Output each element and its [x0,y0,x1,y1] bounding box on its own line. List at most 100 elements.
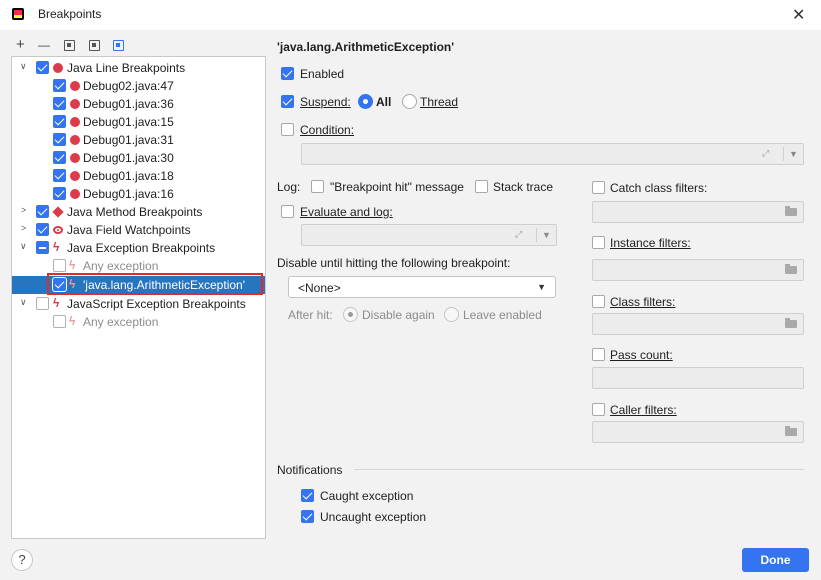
checkbox[interactable] [53,151,66,164]
chevron-down-icon[interactable]: ∨ [20,297,27,308]
folder-icon[interactable] [785,318,797,328]
suspend-all-label: All [376,95,392,109]
section-divider [354,469,804,470]
evaluate-log-input[interactable]: ⤢ ▼ [301,224,557,246]
tree-label: JavaScript Exception Breakpoints [67,297,246,311]
condition-label: Condition: [300,123,355,137]
tree-label: Any exception [83,259,159,273]
tree-group-java-field[interactable]: > Java Field Watchpoints [12,221,265,239]
instance-filters-checkbox[interactable] [592,236,605,249]
enabled-label: Enabled [300,67,345,81]
tree-label: Debug01.java:18 [83,169,174,183]
line-breakpoint-icon [70,171,80,181]
pass-count-label: Pass count: [610,348,673,362]
tree-item[interactable]: Debug01.java:36 [12,95,265,113]
checkbox[interactable] [53,315,66,328]
tree-item[interactable]: ϟ Any exception [12,313,265,331]
line-breakpoint-icon [70,99,80,109]
tree-group-js-exception[interactable]: ∨ ϟ JavaScript Exception Breakpoints [12,295,265,313]
breakpoint-tree[interactable]: ∨ Java Line Breakpoints Debug02.java:47 … [11,56,266,539]
group-by-class-icon[interactable] [89,40,100,51]
suspend-checkbox[interactable] [281,95,294,108]
chevron-down-icon[interactable]: ∨ [20,241,27,252]
expand-icon[interactable]: ⤢ [515,229,522,240]
checkbox[interactable] [36,241,49,254]
checkbox[interactable] [53,259,66,272]
checkbox[interactable] [53,115,66,128]
chevron-down-icon[interactable]: ▼ [789,149,798,159]
suspend-thread-radio[interactable] [402,94,417,109]
condition-input[interactable]: ⤢ ▼ [301,143,804,165]
leave-enabled-label: Leave enabled [463,308,542,322]
folder-icon[interactable] [785,206,797,216]
catch-filters-input[interactable] [592,201,804,223]
chevron-down-icon[interactable]: ▼ [542,230,551,240]
catch-filters-checkbox[interactable] [592,181,605,194]
remove-icon[interactable]: — [38,38,50,52]
instance-filters-input[interactable] [592,259,804,281]
tree-label: Debug01.java:30 [83,151,174,165]
group-by-package-icon[interactable] [113,40,124,51]
add-icon[interactable]: + [16,37,25,52]
suspend-all-radio[interactable] [358,94,373,109]
chevron-down-icon[interactable]: ∨ [20,61,27,72]
caught-exception-checkbox[interactable] [301,489,314,502]
group-by-file-icon[interactable] [64,40,75,51]
checkbox[interactable] [36,297,49,310]
tree-item[interactable]: Debug01.java:31 [12,131,265,149]
checkbox[interactable] [36,205,49,218]
help-button[interactable]: ? [11,549,33,571]
checkbox[interactable] [36,61,49,74]
chevron-right-icon[interactable]: > [21,223,26,233]
checkbox[interactable] [53,97,66,110]
suspend-label: Suspend: [300,95,351,109]
checkbox[interactable] [53,79,66,92]
caller-filters-checkbox[interactable] [592,403,605,416]
uncaught-exception-checkbox[interactable] [301,510,314,523]
tree-group-java-method[interactable]: > Java Method Breakpoints [12,203,265,221]
line-breakpoint-icon [70,135,80,145]
pass-count-input[interactable] [592,367,804,389]
folder-icon[interactable] [785,264,797,274]
class-filters-label: Class filters: [610,295,676,309]
tree-label: Java Field Watchpoints [67,223,191,237]
disable-until-select[interactable]: <None> ▼ [288,276,556,298]
tree-item[interactable]: Debug01.java:16 [12,185,265,203]
tree-item[interactable]: Debug01.java:15 [12,113,265,131]
stack-trace-checkbox[interactable] [475,180,488,193]
tree-group-java-exception[interactable]: ∨ ϟ Java Exception Breakpoints [12,239,265,257]
detail-heading: 'java.lang.ArithmeticException' [277,40,455,54]
checkbox[interactable] [53,169,66,182]
tree-group-java-line[interactable]: ∨ Java Line Breakpoints [12,59,265,77]
class-filters-checkbox[interactable] [592,295,605,308]
checkbox[interactable] [53,187,66,200]
disable-again-radio[interactable] [343,307,358,322]
chevron-right-icon[interactable]: > [21,205,26,215]
leave-enabled-radio[interactable] [444,307,459,322]
tree-item[interactable]: Debug02.java:47 [12,77,265,95]
checkbox[interactable] [53,133,66,146]
tree-label: Debug02.java:47 [83,79,174,93]
tree-item[interactable]: Debug01.java:30 [12,149,265,167]
caller-filters-input[interactable] [592,421,804,443]
chevron-down-icon[interactable]: ▼ [537,282,546,292]
tree-label: Debug01.java:16 [83,187,174,201]
line-breakpoint-icon [70,117,80,127]
done-button[interactable]: Done [742,548,809,572]
bp-hit-checkbox[interactable] [311,180,324,193]
folder-icon[interactable] [785,426,797,436]
tree-label: Any exception [83,315,159,329]
evaluate-log-checkbox[interactable] [281,205,294,218]
expand-icon[interactable]: ⤢ [762,148,769,159]
close-icon[interactable]: ✕ [792,5,805,25]
class-filters-input[interactable] [592,313,804,335]
tree-label: Java Method Breakpoints [67,205,203,219]
pass-count-checkbox[interactable] [592,348,605,361]
condition-checkbox[interactable] [281,123,294,136]
tree-item[interactable]: Debug01.java:18 [12,167,265,185]
checkbox[interactable] [36,223,49,236]
enabled-checkbox[interactable] [281,67,294,80]
tree-label: Debug01.java:31 [83,133,174,147]
instance-filters-label: Instance filters: [610,236,691,250]
title-bar [0,0,821,30]
